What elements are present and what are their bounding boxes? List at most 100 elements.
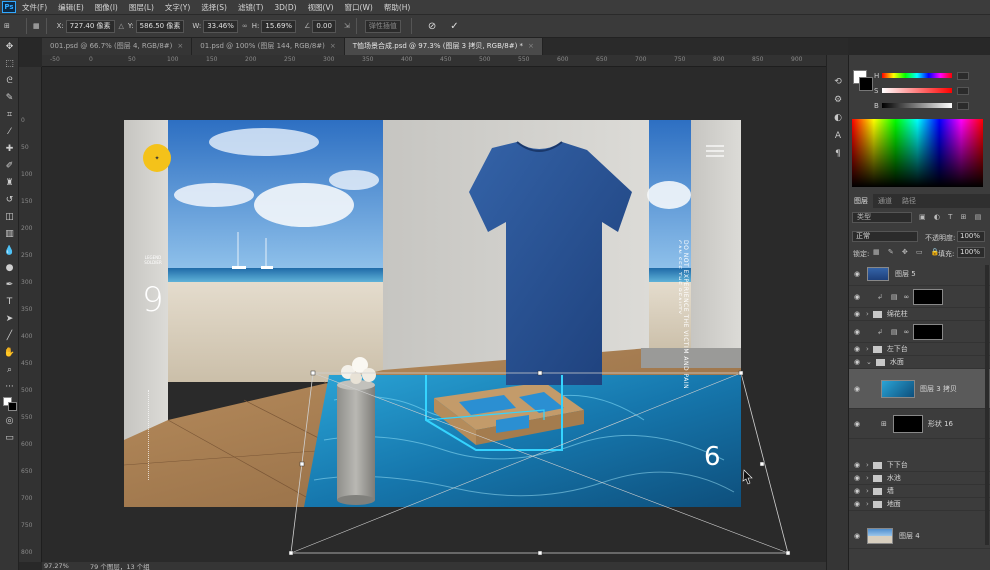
folder-icon [872,345,882,353]
expand-chevron-icon[interactable]: › [866,500,869,508]
visibility-eye-icon[interactable]: ◉ [851,293,863,301]
expand-chevron-icon[interactable]: › [866,487,869,495]
layer-name: 水池 [886,474,901,482]
saturation-slider[interactable]: S [874,86,984,95]
zoom-level[interactable]: 97.27% [44,562,84,570]
clip-arrow-icon: ↲ [877,327,883,336]
layers-scrollbar[interactable] [985,265,989,545]
tab-paths[interactable]: 路径 [897,194,921,208]
opacity-label: 不透明度: [925,234,956,242]
layer-group-row[interactable]: ◉ › 水池 [849,472,990,485]
layer-row[interactable]: ◉ ↲ ▤ ∞ [849,286,990,308]
b-label: B [874,101,879,110]
adjustment-icon: ▤ [890,292,898,301]
layer-kind-filter[interactable]: 类型 [852,212,912,223]
s-label: S [874,86,879,95]
visibility-eye-icon[interactable]: ◉ [851,420,863,428]
right-panels: H S B 图层 通道 路径 类型 ▣ ◐ T ⊞ ▤ 正常 不透明度: 100… [848,55,990,570]
visibility-eye-icon[interactable]: ◉ [851,310,863,318]
layer-thumbnail [867,527,893,544]
brightness-slider[interactable]: B [874,101,984,110]
clip-arrow-icon: ↲ [877,292,883,301]
folder-icon [875,358,885,366]
layer-mask-thumbnail [913,288,944,305]
layer-mask-thumbnail [913,323,944,340]
layer-name: 形状 16 [927,419,954,428]
layer-name: 绵花柱 [886,310,908,318]
tab-layers[interactable]: 图层 [849,194,873,208]
visibility-eye-icon[interactable]: ◉ [851,500,863,508]
layer-name: 下下台 [886,461,908,469]
layer-group-row[interactable]: ◉ › 下下台 [849,459,990,472]
expand-chevron-icon[interactable]: › [866,345,869,353]
opacity-field[interactable]: 100% [957,231,985,242]
h-value-field[interactable] [957,71,969,80]
s-value-field[interactable] [957,86,969,95]
shape-layer-icon: ⊞ [881,419,887,428]
panel-dock: ⟲ ⚙ ◐ A ¶ [826,55,848,570]
color-spectrum[interactable] [852,119,983,187]
filter-icons[interactable]: ▣ ◐ T ⊞ ▤ [919,213,984,221]
folder-icon [872,310,882,318]
lock-icons[interactable]: ▦ ✎ ✥ ▭ 🔒 [873,248,943,256]
visibility-eye-icon[interactable]: ◉ [851,358,863,366]
expand-chevron-icon[interactable]: › [866,310,869,318]
cursor-icon [742,469,753,485]
layer-name: 墙 [886,487,894,495]
fill-label: 填充: [938,250,955,258]
folder-icon [872,487,882,495]
layer-group-row[interactable]: ◉ › 地面 [849,498,990,511]
tab-channels[interactable]: 通道 [873,194,897,208]
visibility-eye-icon[interactable]: ◉ [851,345,863,353]
layer-group-row[interactable]: ◉ ⌄ 水面 [849,356,990,369]
lock-label: 锁定: [853,250,870,258]
visibility-eye-icon[interactable]: ◉ [851,270,863,278]
layer-row[interactable]: ◉ 图层 5 [849,262,990,286]
properties-icon[interactable]: ⚙ [827,91,849,109]
history-icon[interactable]: ⟲ [827,73,849,91]
blend-mode-value: 正常 [856,232,870,240]
layer-name: 图层 5 [895,269,916,278]
background-swatch[interactable] [859,77,873,91]
collapse-chevron-icon[interactable]: ⌄ [866,358,872,366]
layer-group-row[interactable]: ◉ › 墙 [849,485,990,498]
layer-row-selected[interactable]: ◉ 图层 3 拷贝 [849,369,990,409]
chain-icon: ∞ [903,327,910,336]
folder-icon [872,461,882,469]
layer-group-row[interactable]: ◉ › 绵花柱 [849,308,990,321]
layer-name: 图层 3 拷贝 [920,384,957,393]
visibility-eye-icon[interactable]: ◉ [851,461,863,469]
layer-name: 地面 [886,500,901,508]
visibility-eye-icon[interactable]: ◉ [851,487,863,495]
hue-slider[interactable]: H [874,71,984,80]
layer-row[interactable]: ◉ 图层 4 [849,523,990,549]
layer-name: 水面 [889,358,904,366]
visibility-eye-icon[interactable]: ◉ [851,532,863,540]
fill-field[interactable]: 100% [957,247,985,258]
character-icon[interactable]: A [827,127,849,145]
adjustment-icon: ▤ [890,327,898,336]
layer-row[interactable]: ◉ ⊞ 形状 16 [849,409,990,439]
document-info[interactable]: 79 个图层，13 个组 [90,561,150,570]
layers-panel-tabs: 图层 通道 路径 [849,194,990,208]
blend-mode-select[interactable]: 正常 [852,231,918,242]
expand-chevron-icon[interactable]: › [866,474,869,482]
visibility-eye-icon[interactable]: ◉ [851,474,863,482]
layer-row[interactable]: ◉ ↲ ▤ ∞ [849,321,990,343]
kind-label: 类型 [857,213,871,221]
layer-thumbnail [892,414,923,433]
layer-name: 图层 4 [899,531,920,540]
layer-group-row[interactable]: ◉ › 左下台 [849,343,990,356]
layer-name: 左下台 [886,345,908,353]
visibility-eye-icon[interactable]: ◉ [851,385,863,393]
expand-chevron-icon[interactable]: › [866,461,869,469]
folder-icon [872,474,882,482]
h-label: H [874,71,880,80]
paragraph-icon[interactable]: ¶ [827,145,849,163]
adjustments-icon[interactable]: ◐ [827,109,849,127]
chain-icon: ∞ [903,292,910,301]
layer-thumbnail [881,379,915,398]
visibility-eye-icon[interactable]: ◉ [851,328,863,336]
b-value-field[interactable] [957,101,969,110]
layer-thumbnail [867,266,889,281]
